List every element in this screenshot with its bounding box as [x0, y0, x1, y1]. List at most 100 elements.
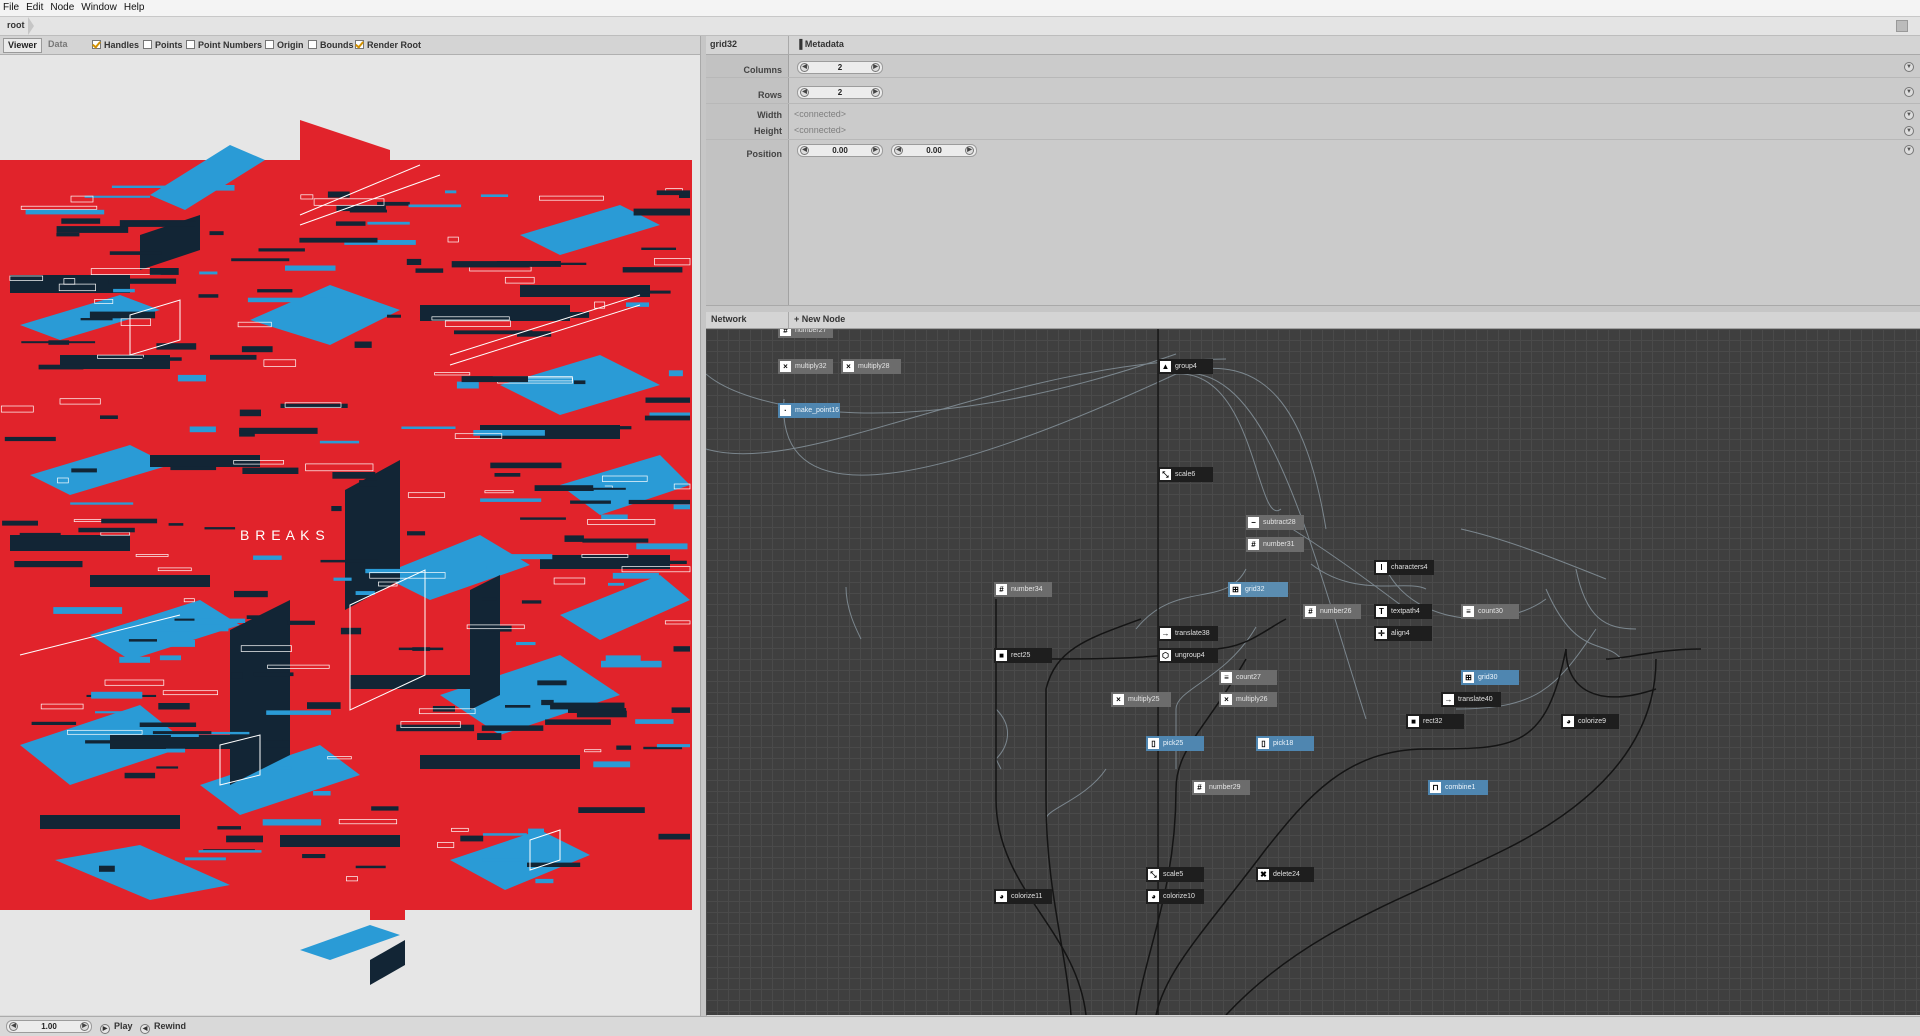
node-grid30[interactable]: ⊞ grid30: [1461, 670, 1519, 685]
checkbox-icon[interactable]: [92, 40, 101, 49]
node-characters4[interactable]: ǀ characters4: [1374, 560, 1434, 575]
node-number34[interactable]: # number34: [994, 582, 1052, 597]
checkbox-icon[interactable]: [186, 40, 195, 49]
streak: [456, 381, 479, 389]
option-bounds[interactable]: Bounds: [308, 39, 354, 51]
streak: [636, 543, 688, 550]
checkbox-icon[interactable]: [355, 40, 364, 49]
checkbox-icon[interactable]: [308, 40, 317, 49]
rows-stepper[interactable]: ◀ 2 ▶: [797, 86, 883, 99]
node-align4[interactable]: ✛ align4: [1374, 626, 1432, 641]
chevron-down-icon[interactable]: ▼: [1904, 62, 1914, 72]
position-y-stepper[interactable]: ◀ 0.00 ▶: [891, 144, 977, 157]
node-label: translate38: [1175, 630, 1210, 637]
menu-help[interactable]: Help: [121, 0, 149, 15]
node-combine1[interactable]: ⊓ combine1: [1428, 780, 1488, 795]
decrement-icon[interactable]: ◀: [9, 1022, 18, 1031]
node-colorize11[interactable]: ◕ colorize11: [994, 889, 1052, 904]
parameter-labels: Columns Rows Width Height Position: [706, 55, 789, 305]
node-ungroup4[interactable]: ⬡ ungroup4: [1158, 648, 1218, 663]
node-scale5[interactable]: ⤡ scale5: [1146, 867, 1204, 882]
increment-icon[interactable]: ▶: [871, 63, 880, 72]
streak: [612, 572, 659, 579]
metadata-button[interactable]: ▐ Metadata: [796, 39, 844, 49]
node-multiply25[interactable]: × multiply25: [1111, 692, 1171, 707]
rewind-button[interactable]: ◀ Rewind: [140, 1021, 186, 1034]
node-number31[interactable]: # number31: [1246, 537, 1304, 552]
increment-icon[interactable]: ▶: [80, 1022, 89, 1031]
streak: [331, 506, 342, 512]
node-label: count27: [1236, 674, 1261, 681]
node-group4[interactable]: ▲ group4: [1158, 359, 1213, 374]
chevron-down-icon[interactable]: ▼: [1904, 126, 1914, 136]
streak: [564, 535, 584, 542]
decrement-icon[interactable]: ◀: [800, 63, 809, 72]
menu-window[interactable]: Window: [78, 0, 121, 15]
node-colorize10[interactable]: ◕ colorize10: [1146, 889, 1204, 904]
tab-data[interactable]: Data: [44, 38, 72, 51]
option-label: Point Numbers: [198, 40, 263, 50]
node-grid32[interactable]: ⊞ grid32: [1228, 582, 1288, 597]
node-colorize9[interactable]: ◕ colorize9: [1561, 714, 1619, 729]
chevron-down-icon[interactable]: ▼: [1904, 145, 1914, 155]
option-handles[interactable]: Handles: [92, 39, 139, 51]
decrement-icon[interactable]: ◀: [894, 146, 903, 155]
node-pick25[interactable]: ▯ pick25: [1146, 736, 1204, 751]
node-make_point16[interactable]: · make_point16: [778, 403, 840, 418]
streak: [253, 555, 282, 560]
streak: [593, 482, 605, 489]
node-multiply28[interactable]: × multiply28: [841, 359, 901, 374]
node-number26[interactable]: # number26: [1303, 604, 1361, 619]
node-multiply32[interactable]: × multiply32: [778, 359, 833, 374]
node-rect25[interactable]: ■ rect25: [994, 648, 1052, 663]
option-point-numbers[interactable]: Point Numbers: [186, 39, 262, 51]
node-number27[interactable]: # number27: [778, 329, 833, 338]
node-multiply26[interactable]: × multiply26: [1219, 692, 1277, 707]
option-label: Points: [155, 40, 183, 50]
node-textpath4[interactable]: Ttextpath4: [1374, 604, 1432, 619]
play-button[interactable]: ▶ Play: [100, 1021, 133, 1034]
tab-viewer[interactable]: Viewer: [3, 38, 42, 53]
streak: [451, 261, 530, 268]
chevron-down-icon[interactable]: ▼: [1904, 87, 1914, 97]
node-label: scale6: [1175, 471, 1196, 478]
network-canvas[interactable]: # number27 × multiply32 × multiply28 · make_poi…: [706, 329, 1920, 1015]
streak: [124, 221, 196, 224]
node-translate38[interactable]: → translate38: [1158, 626, 1218, 641]
node-subtract28[interactable]: − subtract28: [1246, 515, 1304, 530]
breadcrumb-root[interactable]: root: [7, 20, 25, 30]
node-translate40[interactable]: → translate40: [1441, 692, 1501, 707]
checkbox-icon[interactable]: [143, 40, 152, 49]
increment-icon[interactable]: ▶: [965, 146, 974, 155]
option-render-root[interactable]: Render Root: [355, 39, 421, 51]
node-rect32[interactable]: ■ rect32: [1406, 714, 1464, 729]
node-pick18[interactable]: ▯ pick18: [1256, 736, 1314, 751]
node-number29[interactable]: # number29: [1192, 780, 1250, 795]
decrement-icon[interactable]: ◀: [800, 88, 809, 97]
increment-icon[interactable]: ▶: [871, 146, 880, 155]
node-delete24[interactable]: ✖ delete24: [1256, 867, 1314, 882]
breadcrumb-arrow-icon: [28, 17, 34, 35]
viewer-toolbar: Viewer Data Handles Points Point Numbers…: [0, 36, 700, 55]
columns-stepper[interactable]: ◀ 2 ▶: [797, 61, 883, 74]
node-count27[interactable]: ≡ count27: [1219, 670, 1277, 685]
position-x-stepper[interactable]: ◀ 0.00 ▶: [797, 144, 883, 157]
viewer-canvas[interactable]: B R E A K S: [0, 55, 701, 1015]
menu-node[interactable]: Node: [47, 0, 78, 15]
frame-stepper[interactable]: ◀ 1.00 ▶: [6, 1020, 92, 1033]
option-origin[interactable]: Origin: [265, 39, 304, 51]
node-count30[interactable]: ≡ count30: [1461, 604, 1519, 619]
increment-icon[interactable]: ▶: [871, 88, 880, 97]
node-label: group4: [1175, 363, 1197, 370]
new-node-button[interactable]: + New Node: [794, 314, 845, 324]
address-options-icon[interactable]: [1896, 20, 1908, 32]
option-points[interactable]: Points: [143, 39, 183, 51]
checkbox-icon[interactable]: [265, 40, 274, 49]
decrement-icon[interactable]: ◀: [800, 146, 809, 155]
node-scale6[interactable]: ⤡ scale6: [1158, 467, 1213, 482]
play-label: Play: [114, 1021, 133, 1031]
menu-edit[interactable]: Edit: [23, 0, 47, 15]
menu-file[interactable]: File: [0, 0, 23, 15]
chevron-down-icon[interactable]: ▼: [1904, 110, 1914, 120]
streak: [95, 711, 130, 714]
